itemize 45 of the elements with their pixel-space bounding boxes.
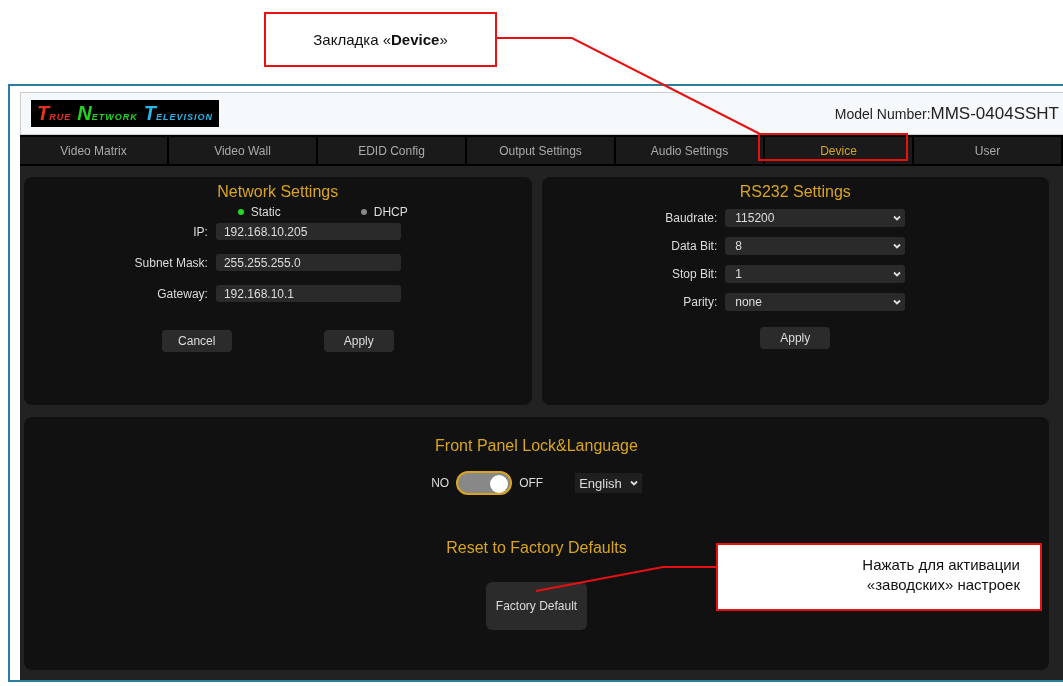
logo: TRUE NETWORK TELEVISION [31,100,219,127]
chevron-down-icon [893,243,902,249]
select-field[interactable]: 115200 [725,209,906,227]
nav-tab[interactable]: Audio Settings [616,137,765,164]
nav-tab[interactable]: EDID Config [318,137,467,164]
field-label: Stop Bit: [670,267,718,281]
select-field[interactable]: 8 [725,237,906,255]
panel-title: RS232 Settings [739,183,851,201]
lock-switch[interactable] [456,471,513,495]
switch-label: OFF [519,476,544,490]
chevron-down-icon [629,480,638,486]
nav-tab[interactable]: User [914,137,1063,164]
model-number: MMS-0404SSHT [930,103,1059,124]
input-field[interactable]: 255.255.255.0 [215,254,401,271]
nav-tab[interactable]: Device [765,137,914,164]
nav-tab[interactable]: Video Wall [169,137,318,164]
chevron-down-icon [893,215,902,221]
panel-title: Front Panel Lock&Language [435,437,638,455]
mode-radio[interactable]: DHCP [360,205,408,219]
language-select[interactable]: English [575,473,642,493]
action-button[interactable]: Cancel [161,330,232,352]
panel-title: Network Settings [217,183,339,201]
field-label: Subnet Mask: [134,255,208,270]
field-label: Gateway: [156,286,208,301]
model-label: Model Number: [834,105,931,122]
chevron-down-icon [893,271,902,277]
field-label: Baudrate: [665,211,718,225]
chevron-down-icon [893,299,902,305]
nav-tab[interactable]: Video Matrix [20,137,169,164]
select-field[interactable]: 1 [725,265,906,283]
nav-tab[interactable]: Output Settings [467,137,616,164]
switch-label: NO [431,476,450,490]
mode-radio[interactable]: Static [237,205,281,219]
field-label: Data Bit: [670,239,718,253]
callout-box: Закладка «Device» [264,12,497,67]
input-field[interactable]: 192.168.10.205 [215,223,401,240]
action-button[interactable]: Apply [323,330,394,352]
field-label: Parity: [682,295,718,309]
select-field[interactable]: none [725,293,906,311]
input-field[interactable]: 192.168.10.1 [215,285,401,302]
apply-button[interactable]: Apply [760,327,831,349]
factory-default-button[interactable]: Factory Default [486,582,587,630]
panel-title: Reset to Factory Defaults [446,539,627,557]
callout-box: Нажать для активации «заводских» настроек [716,543,1042,611]
field-label: IP: [192,224,208,239]
